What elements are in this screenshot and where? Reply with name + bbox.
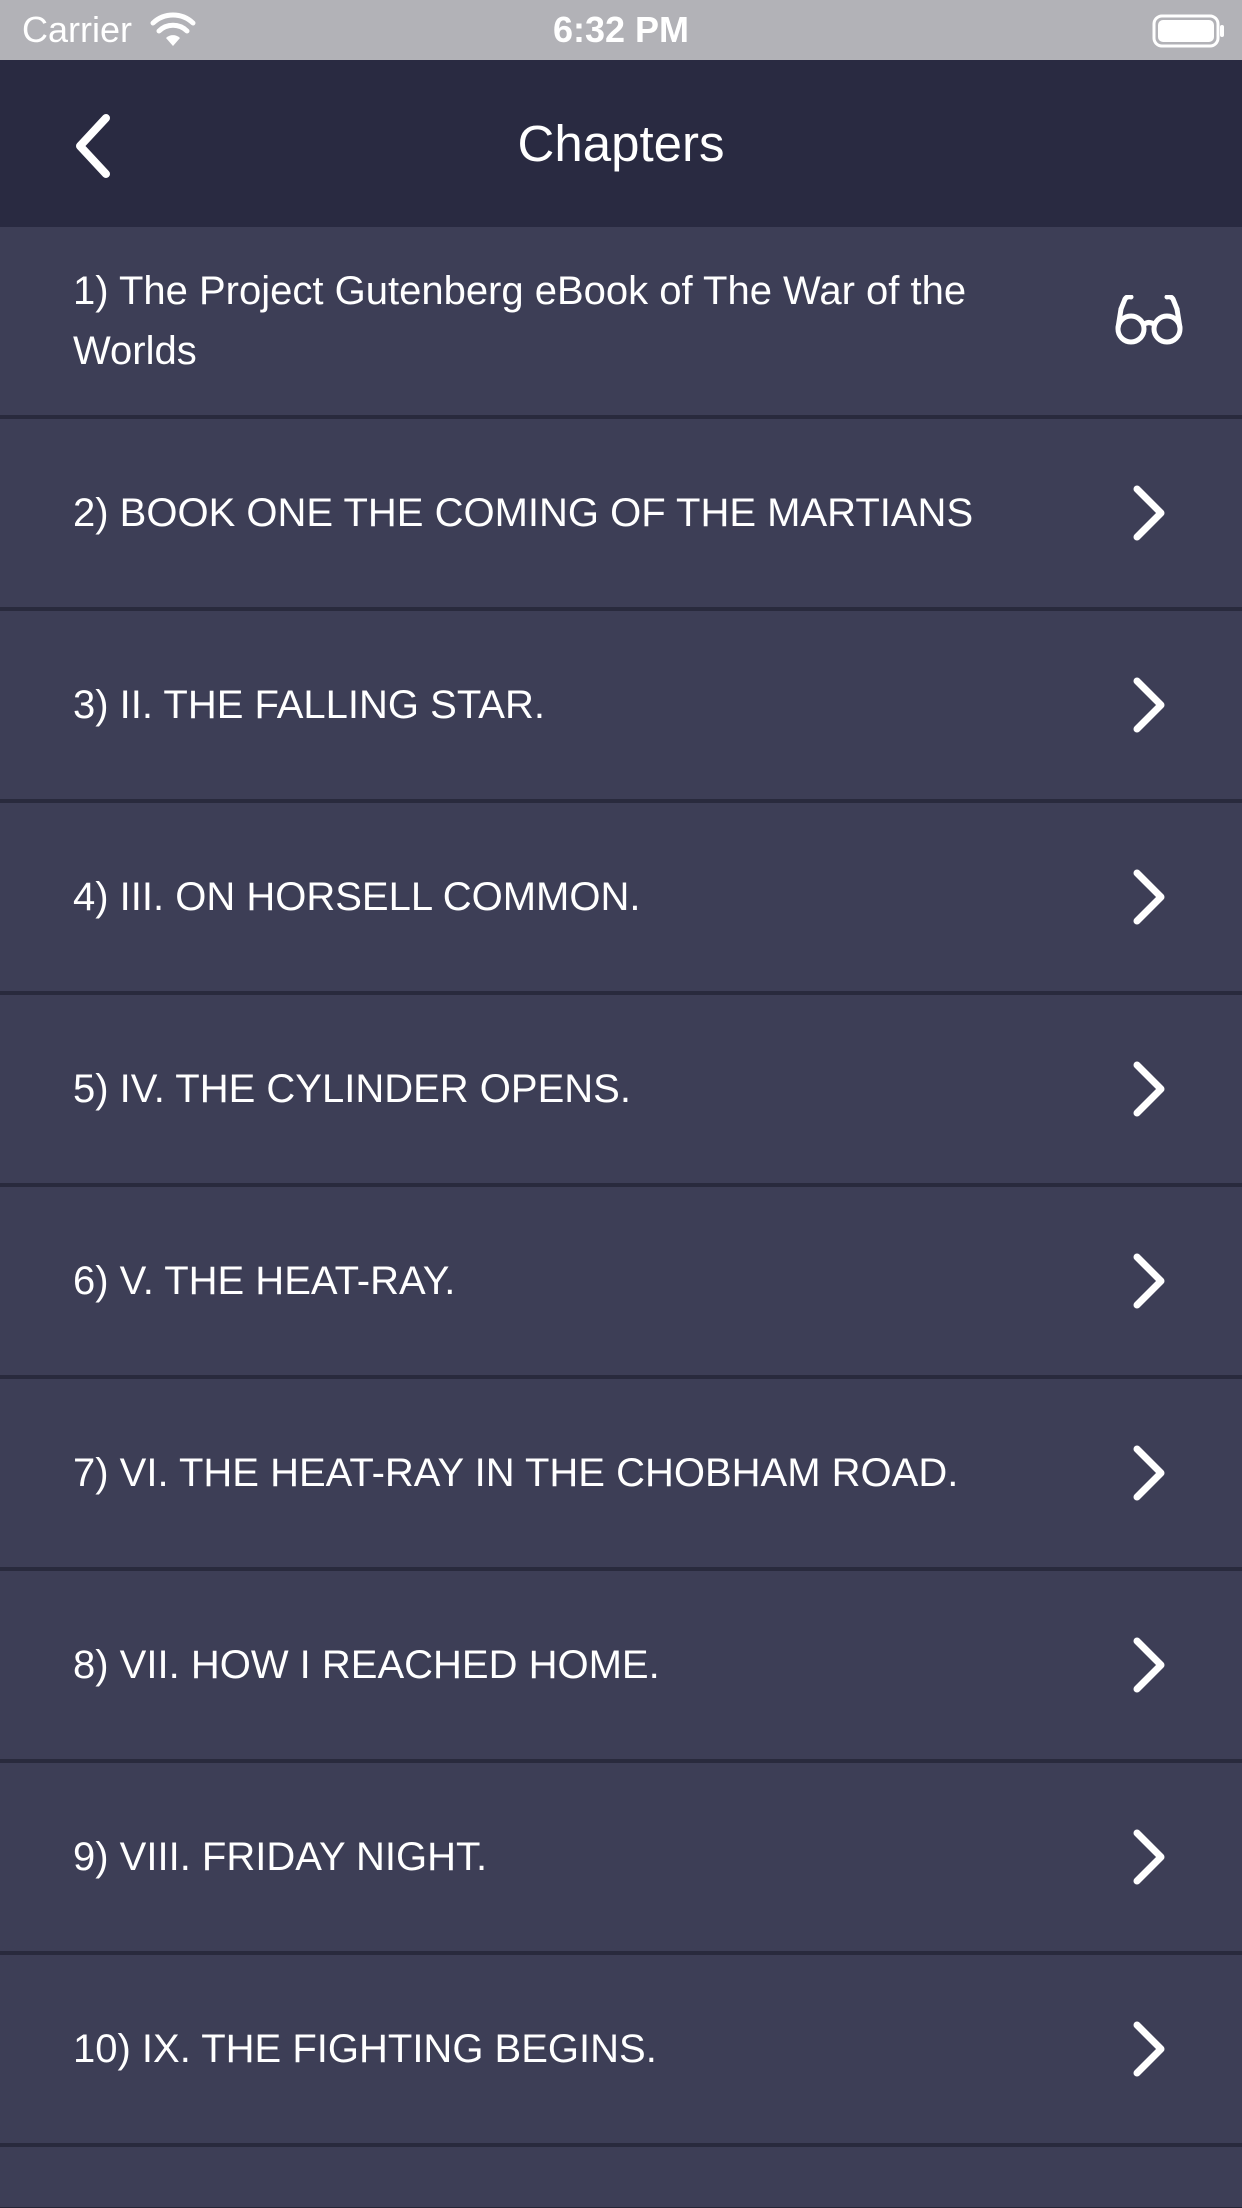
chevron-right-icon: [1133, 2021, 1165, 2077]
chapter-label: 10) IX. THE FIGHTING BEGINS.: [73, 2027, 657, 2071]
chevron-right-icon: [1133, 1829, 1165, 1885]
chapter-row-10[interactable]: 10) IX. THE FIGHTING BEGINS.: [0, 1955, 1242, 2147]
chevron-right-icon: [1133, 1445, 1165, 1501]
chapter-row-8[interactable]: 8) VII. HOW I REACHED HOME.: [0, 1571, 1242, 1763]
chevron-right-icon: [1133, 869, 1165, 925]
chapter-label: 2) BOOK ONE THE COMING OF THE MARTIANS: [73, 491, 974, 535]
chapter-row-trailing: [1104, 1955, 1194, 2143]
chapter-row-trailing: [1104, 803, 1194, 991]
chapter-row-5[interactable]: 5) IV. THE CYLINDER OPENS.: [0, 995, 1242, 1187]
chevron-right-icon: [1133, 677, 1165, 733]
chapter-row-trailing: [1104, 1187, 1194, 1375]
chapter-label: 9) VIII. FRIDAY NIGHT.: [73, 1835, 488, 1879]
chapter-list: 1) The Project Gutenberg eBook of The Wa…: [0, 227, 1242, 2207]
chapter-row-4[interactable]: 4) III. ON HORSELL COMMON.: [0, 803, 1242, 995]
chapter-row-7[interactable]: 7) VI. THE HEAT-RAY IN THE CHOBHAM ROAD.: [0, 1379, 1242, 1571]
chapter-row-trailing: [1104, 1379, 1194, 1567]
chapter-row-partial[interactable]: [0, 2147, 1242, 2207]
chevron-right-icon: [1133, 1253, 1165, 1309]
chapter-row-trailing: [1104, 1571, 1194, 1759]
page-title: Chapters: [517, 115, 725, 172]
chapter-row-trailing: [1104, 227, 1194, 415]
chapter-row-1[interactable]: 1) The Project Gutenberg eBook of The Wa…: [0, 227, 1242, 419]
chapter-row-6[interactable]: 6) V. THE HEAT-RAY.: [0, 1187, 1242, 1379]
chapter-label: 3) II. THE FALLING STAR.: [73, 683, 545, 727]
navigation-bar: Chapters: [0, 60, 1242, 227]
chapter-label: 1) The Project Gutenberg eBook of The Wa…: [73, 269, 967, 373]
status-time: 6:32 PM: [552, 9, 690, 50]
chapter-row-3[interactable]: 3) II. THE FALLING STAR.: [0, 611, 1242, 803]
chapter-label: 5) IV. THE CYLINDER OPENS.: [73, 1067, 631, 1111]
chapter-label: 6) V. THE HEAT-RAY.: [73, 1259, 456, 1303]
chapter-row-trailing: [1104, 1763, 1194, 1951]
battery-icon: [1152, 14, 1224, 48]
chapter-row-trailing: [1104, 419, 1194, 607]
status-bar: Carrier 6:32 PM: [0, 0, 1242, 60]
chevron-right-icon: [1133, 485, 1165, 541]
chapter-label: 8) VII. HOW I REACHED HOME.: [73, 1643, 660, 1687]
chapter-row-2[interactable]: 2) BOOK ONE THE COMING OF THE MARTIANS: [0, 419, 1242, 611]
chevron-right-icon: [1133, 1061, 1165, 1117]
chapter-label: 7) VI. THE HEAT-RAY IN THE CHOBHAM ROAD.: [73, 1451, 959, 1495]
glasses-icon: [1115, 295, 1183, 345]
chapter-label: 4) III. ON HORSELL COMMON.: [73, 875, 641, 919]
chapter-row-9[interactable]: 9) VIII. FRIDAY NIGHT.: [0, 1763, 1242, 1955]
chapter-row-trailing: [1104, 611, 1194, 799]
chevron-right-icon: [1133, 1637, 1165, 1693]
chapter-row-trailing: [1104, 995, 1194, 1183]
